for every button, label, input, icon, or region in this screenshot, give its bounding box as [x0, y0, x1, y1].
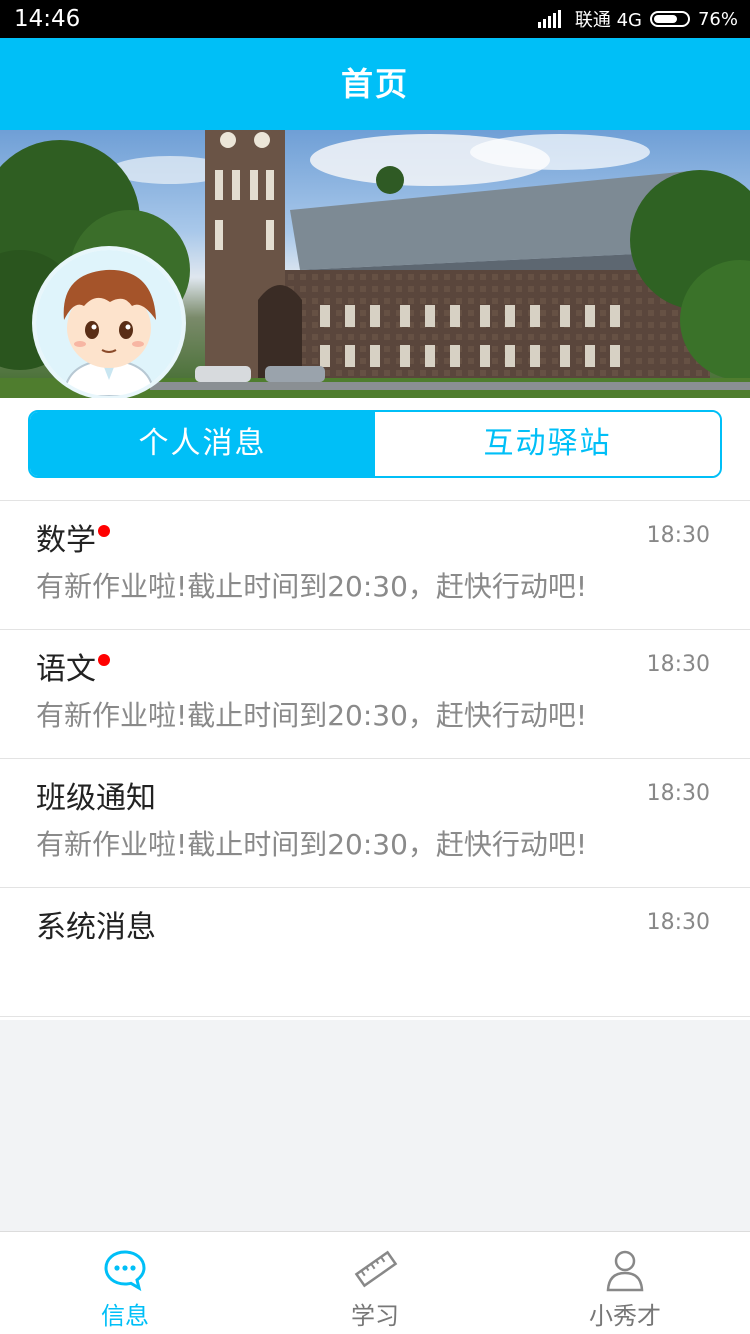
status-bar: 14:46 联通 4G 76%	[0, 0, 750, 38]
signal-icon	[537, 10, 561, 28]
battery-label: 76%	[697, 8, 738, 30]
tab-profile[interactable]: 小秀才	[500, 1232, 750, 1334]
message-list: 数学 18:30 有新作业啦!截止时间到20:30，赶快行动吧! 语文 18:3…	[0, 500, 750, 1017]
tab-label: 信息	[101, 1302, 149, 1330]
content-panel: 个人消息 互动驿站 数学 18:30 有新作业啦!截止时间到20:30，赶快行动…	[0, 398, 750, 1020]
list-item[interactable]: 数学 18:30 有新作业啦!截止时间到20:30，赶快行动吧!	[0, 500, 750, 629]
message-title: 系统消息	[36, 910, 156, 945]
list-item[interactable]: 系统消息 18:30	[0, 887, 750, 1016]
list-item[interactable]: 语文 18:30 有新作业啦!截止时间到20:30，赶快行动吧!	[0, 629, 750, 758]
tab-label: 学习	[351, 1302, 399, 1330]
tab-personal-messages[interactable]: 个人消息	[30, 412, 375, 476]
message-title: 数学	[36, 521, 110, 561]
message-preview: 有新作业啦!截止时间到20:30，赶快行动吧!	[36, 828, 588, 861]
page-title: 首页	[340, 65, 409, 103]
message-title: 班级通知	[36, 781, 156, 816]
message-time: 18:30	[646, 652, 710, 677]
chat-bubble-icon	[104, 1250, 146, 1292]
tab-label: 小秀才	[589, 1302, 661, 1330]
tab-study[interactable]: 学习	[250, 1232, 500, 1334]
avatar[interactable]	[36, 250, 182, 396]
unread-dot-icon	[98, 525, 110, 537]
user-icon	[606, 1250, 644, 1292]
carrier-label: 联通 4G	[574, 10, 642, 31]
battery-fill	[653, 15, 678, 23]
tab-messages[interactable]: 信息	[0, 1232, 250, 1334]
message-preview: 有新作业啦!截止时间到20:30，赶快行动吧!	[36, 570, 588, 603]
message-time: 18:30	[646, 910, 710, 935]
status-time: 14:46	[14, 6, 81, 32]
app-header: 首页	[0, 38, 750, 130]
status-right: 联通 4G 76%	[537, 6, 738, 32]
message-time: 18:30	[646, 523, 710, 548]
segment-control: 个人消息 互动驿站	[28, 410, 722, 478]
unread-dot-icon	[98, 654, 110, 666]
message-preview: 有新作业啦!截止时间到20:30，赶快行动吧!	[36, 699, 588, 732]
list-item[interactable]: 班级通知 18:30 有新作业啦!截止时间到20:30，赶快行动吧!	[0, 758, 750, 887]
bottom-tab-bar: 信息 学习 小秀才	[0, 1231, 750, 1334]
ruler-icon	[354, 1250, 398, 1288]
message-title: 语文	[36, 650, 110, 690]
battery-icon	[649, 11, 690, 27]
divider	[0, 1016, 750, 1017]
tab-interaction-station[interactable]: 互动驿站	[375, 412, 720, 476]
message-time: 18:30	[646, 781, 710, 806]
cartoon-boy-avatar-icon	[36, 250, 182, 396]
